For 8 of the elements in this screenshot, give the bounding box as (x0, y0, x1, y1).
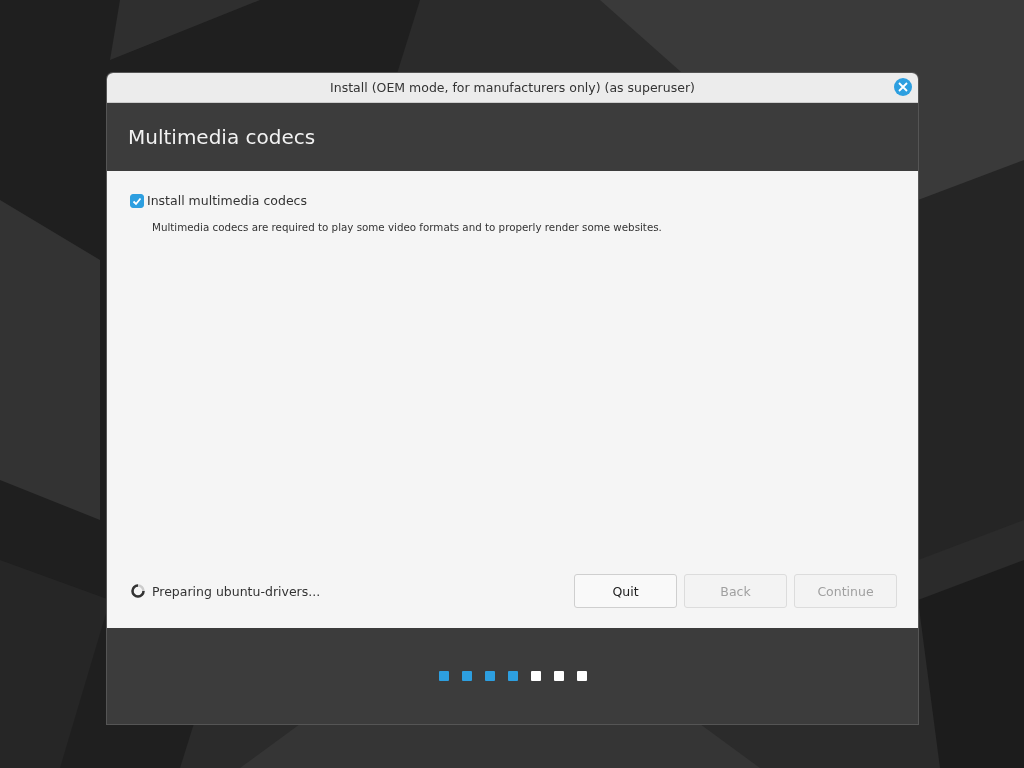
window-title: Install (OEM mode, for manufacturers only) (as superuser) (330, 80, 695, 95)
description-text: Multimedia codecs are required to play some video formats and to properly render some websites. (152, 221, 663, 233)
spinner-icon (130, 583, 146, 599)
checkbox[interactable] (130, 193, 144, 208)
checkbox-label[interactable]: Install multimedia codecs (147, 193, 307, 208)
dialog-button[interactable]: Quit (574, 574, 677, 608)
status-text: Preparing ubuntu-drivers... (152, 583, 321, 599)
page-title: Multimedia codecs (128, 125, 316, 149)
